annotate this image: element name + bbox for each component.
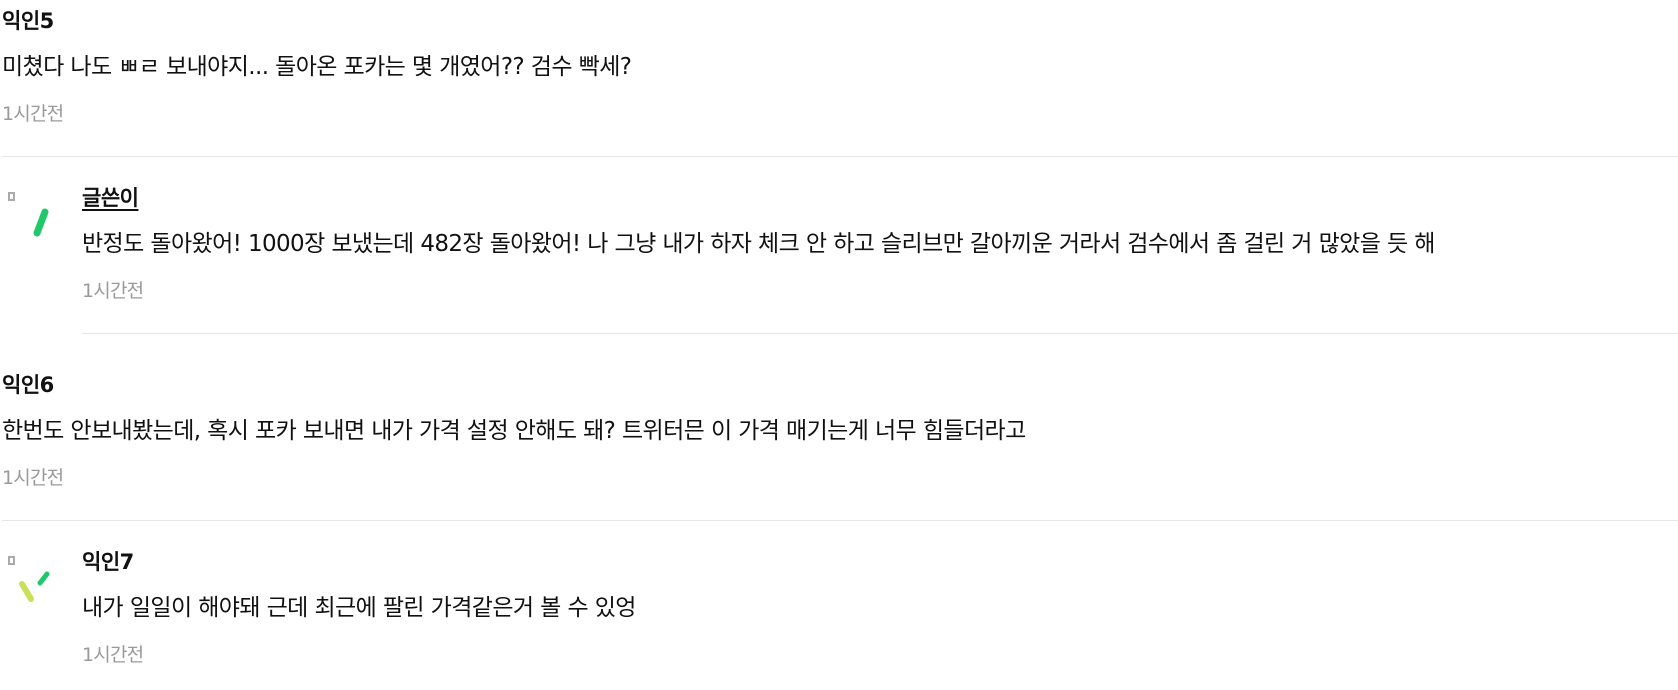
comment-thread: 익인5 미쳤다 나도 ㅃㄹ 보내야지... 돌아온 포카는 몇 개였어?? 검수… xyxy=(0,0,1678,690)
comment-timestamp: 1시간전 xyxy=(82,280,144,302)
comment-timestamp: 1시간전 xyxy=(82,644,144,666)
comment-divider xyxy=(2,520,1678,521)
comment-item: 익인6 한번도 안보내봤는데, 혹시 포카 보내면 내가 가격 설정 안해도 돼… xyxy=(2,372,1678,490)
comment-body: 반정도 돌아왔어! 1000장 보냈는데 482장 돌아왔어! 나 그냥 내가 … xyxy=(82,231,1435,257)
reply-arrow-icon xyxy=(8,556,50,602)
comment-body: 내가 일일이 해야돼 근데 최근에 팔린 가격같은거 볼 수 있엉 xyxy=(82,595,636,621)
comment-author[interactable]: 익인7 xyxy=(82,549,1678,575)
comment-timestamp: 1시간전 xyxy=(2,467,64,489)
comment-item: 익인5 미쳤다 나도 ㅃㄹ 보내야지... 돌아온 포카는 몇 개였어?? 검수… xyxy=(2,8,1678,126)
reply-item: 글쓴이 반정도 돌아왔어! 1000장 보냈는데 482장 돌아왔어! 나 그냥… xyxy=(82,185,1678,303)
comment-author-op[interactable]: 글쓴이 xyxy=(82,185,1678,211)
comment-timestamp: 1시간전 xyxy=(2,103,64,125)
comment-author[interactable]: 익인5 xyxy=(2,8,1678,34)
comment-divider xyxy=(2,156,1678,157)
comment-body: 한번도 안보내봤는데, 혹시 포카 보내면 내가 가격 설정 안해도 돼? 트위… xyxy=(2,418,1026,444)
comment-divider xyxy=(82,333,1678,334)
reply-item: 익인7 내가 일일이 해야돼 근데 최근에 팔린 가격같은거 볼 수 있엉 1시… xyxy=(82,549,1678,667)
comment-author[interactable]: 익인6 xyxy=(2,372,1678,398)
comment-body: 미쳤다 나도 ㅃㄹ 보내야지... 돌아온 포카는 몇 개였어?? 검수 빡세? xyxy=(2,54,632,80)
reply-arrow-icon xyxy=(8,192,49,237)
